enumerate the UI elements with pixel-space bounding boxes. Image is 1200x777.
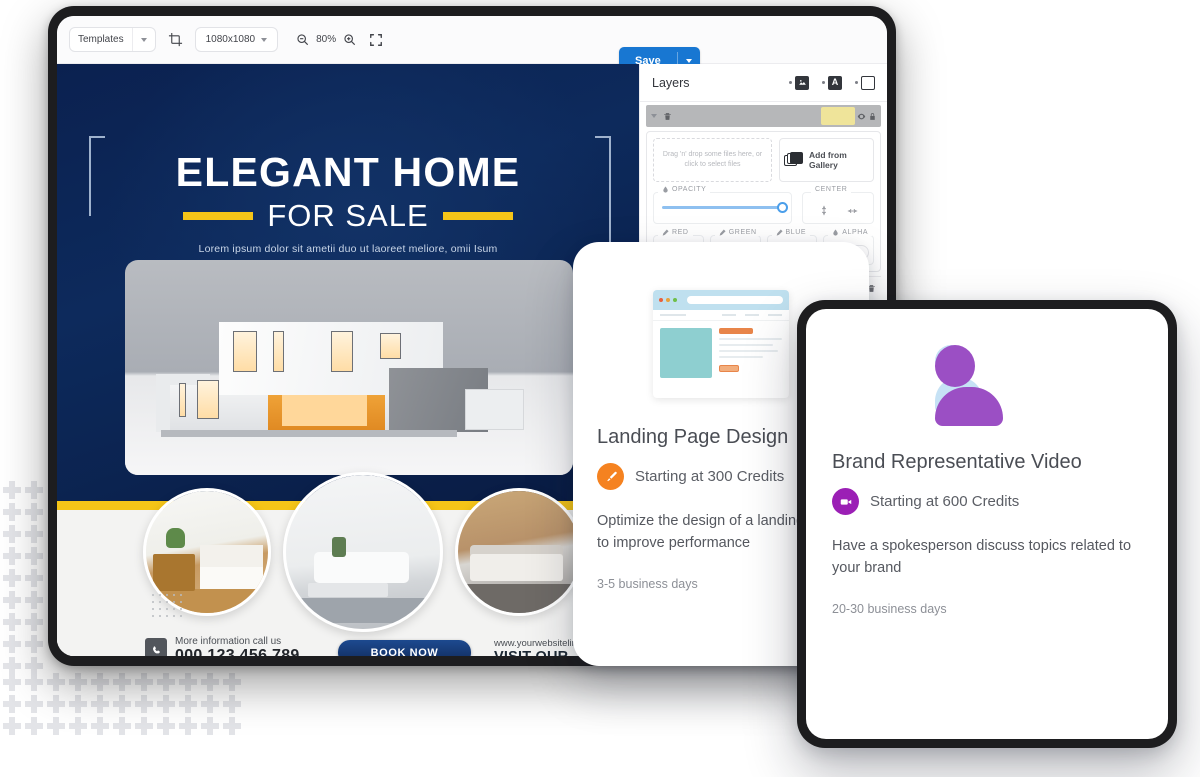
text-layer-icon: A bbox=[828, 75, 842, 90]
opacity-label-group: OPACITY bbox=[658, 186, 711, 193]
eye-icon[interactable] bbox=[857, 112, 866, 121]
poster-subhead: FOR SALE bbox=[267, 198, 429, 233]
editor-toolbar: Templates 1080x1080 80% Save bbox=[57, 16, 887, 74]
file-dropzone[interactable]: Drag 'n' drop some files here, or click … bbox=[653, 138, 772, 182]
layers-panel-header: Layers A bbox=[640, 64, 887, 102]
zoom-out-icon[interactable] bbox=[296, 33, 309, 46]
pencil-icon bbox=[776, 229, 783, 236]
droplet-icon bbox=[663, 186, 668, 193]
delete-icon[interactable] bbox=[663, 112, 672, 121]
poster-dot-pattern bbox=[152, 594, 187, 622]
add-shape-layer-button[interactable] bbox=[855, 75, 875, 90]
browser-mock-titlebar bbox=[653, 290, 789, 310]
center-horizontal-icon[interactable] bbox=[845, 204, 861, 217]
canvas-size-selector[interactable]: 1080x1080 bbox=[194, 27, 279, 52]
video-camera-icon bbox=[832, 488, 859, 515]
phone-icon bbox=[145, 637, 167, 656]
layer-thumbnail bbox=[821, 107, 855, 125]
alpha-label-group: ALPHA bbox=[828, 229, 873, 236]
droplet-icon bbox=[833, 229, 838, 236]
image-layer-icon bbox=[795, 75, 809, 90]
poster-contact-number: 000 123 456 789 bbox=[175, 647, 300, 656]
add-from-gallery-label: Add from Gallery bbox=[809, 150, 847, 170]
card-credits: Starting at 300 Credits bbox=[635, 468, 785, 485]
canvas-size-value: 1080x1080 bbox=[205, 34, 256, 45]
landing-page-illustration bbox=[653, 290, 789, 398]
brush-icon bbox=[597, 463, 624, 490]
gallery-icon bbox=[784, 151, 804, 169]
poster-headline-block: ELEGANT HOME FOR SALE Lorem ipsum dolor … bbox=[57, 149, 639, 272]
chevron-down-icon bbox=[140, 37, 147, 42]
center-label: CENTER bbox=[811, 186, 852, 193]
pencil-icon bbox=[662, 229, 669, 236]
templates-dropdown-button[interactable] bbox=[133, 28, 155, 51]
shape-layer-icon bbox=[861, 75, 875, 90]
service-card-brand-representative-video[interactable]: Brand Representative Video Starting at 6… bbox=[797, 300, 1177, 748]
layers-panel-title: Layers bbox=[652, 75, 690, 90]
blue-label-group: BLUE bbox=[771, 229, 811, 236]
opacity-slider[interactable] bbox=[662, 202, 788, 213]
card-description: Have a spokesperson discuss topics relat… bbox=[832, 538, 1132, 577]
real-estate-poster: ELEGANT HOME FOR SALE Lorem ipsum dolor … bbox=[57, 64, 639, 656]
card-turnaround: 20-30 business days bbox=[832, 601, 947, 616]
decorative-plus-pattern-bottom bbox=[2, 672, 244, 738]
screenshot-stage: Templates 1080x1080 80% Save ELEGANT HOM… bbox=[0, 0, 1200, 777]
crop-icon[interactable] bbox=[165, 32, 186, 47]
poster-contact-block: More information call us 000 123 456 789 bbox=[145, 636, 300, 656]
zoom-level-value: 80% bbox=[316, 34, 337, 45]
chevron-down-icon bbox=[261, 37, 268, 42]
poster-contact-label: More information call us bbox=[175, 636, 282, 647]
opacity-slider-handle[interactable] bbox=[777, 202, 788, 213]
poster-headline: ELEGANT HOME bbox=[175, 149, 521, 195]
zoom-in-icon[interactable] bbox=[343, 33, 356, 46]
templates-selector[interactable]: Templates bbox=[69, 27, 156, 52]
card-title: Brand Representative Video bbox=[832, 451, 1082, 473]
add-image-layer-button[interactable] bbox=[789, 75, 809, 90]
poster-photo-bedroom bbox=[455, 488, 583, 616]
chevron-down-icon bbox=[685, 58, 692, 63]
headline-accent-bar-left bbox=[183, 211, 254, 220]
decorative-plus-pattern-left bbox=[2, 480, 46, 678]
design-canvas[interactable]: ELEGANT HOME FOR SALE Lorem ipsum dolor … bbox=[57, 64, 639, 656]
chevron-down-icon[interactable] bbox=[651, 114, 657, 118]
layer-list-item[interactable] bbox=[646, 105, 881, 127]
poster-photo-living-room bbox=[283, 472, 443, 632]
people-illustration bbox=[935, 345, 1039, 426]
fullscreen-icon[interactable] bbox=[369, 33, 383, 47]
center-vertical-icon[interactable] bbox=[816, 204, 832, 217]
person-silhouette-front bbox=[935, 345, 1003, 426]
poster-house-photo bbox=[125, 260, 573, 475]
headline-accent-bar-right bbox=[442, 211, 513, 220]
card-credits: Starting at 600 Credits bbox=[870, 493, 1020, 510]
lock-icon[interactable] bbox=[868, 112, 877, 121]
opacity-control[interactable]: OPACITY bbox=[653, 186, 792, 224]
red-label-group: RED bbox=[658, 229, 693, 236]
green-label-group: GREEN bbox=[714, 229, 761, 236]
add-from-gallery-button[interactable]: Add from Gallery bbox=[779, 138, 874, 182]
templates-label: Templates bbox=[78, 34, 124, 45]
center-control[interactable]: CENTER bbox=[802, 186, 874, 224]
poster-footer: More information call us 000 123 456 789… bbox=[57, 636, 639, 656]
poster-lorem-line-1: Lorem ipsum dolor sit ametii duo ut laor… bbox=[198, 243, 498, 255]
add-text-layer-button[interactable]: A bbox=[822, 75, 842, 90]
pencil-icon bbox=[719, 229, 726, 236]
poster-book-now-button[interactable]: BOOK NOW bbox=[338, 640, 471, 656]
